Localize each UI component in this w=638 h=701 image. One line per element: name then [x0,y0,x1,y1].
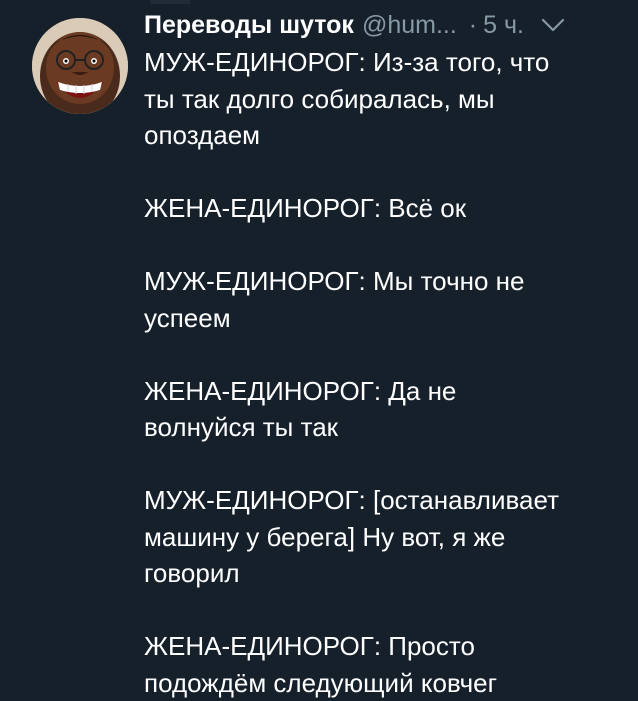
tweet-text: МУЖ-ЕДИНОРОГ: Из-за того, что ты так дол… [144,47,559,698]
avatar-image [32,18,128,114]
timestamp[interactable]: 5 ч. [483,11,524,40]
user-handle[interactable]: @hum... [362,11,457,40]
separator-dot: · [468,10,478,39]
avatar[interactable] [32,18,128,114]
chevron-down-icon[interactable] [540,16,566,34]
tweet-header: Переводы шуток @hum... · 5 ч. [144,8,624,42]
display-name[interactable]: Переводы шуток [144,11,354,40]
tweet: Переводы шуток @hum... · 5 ч. МУЖ-ЕДИНОР… [0,0,638,698]
previous-tweet-edge [150,0,190,4]
